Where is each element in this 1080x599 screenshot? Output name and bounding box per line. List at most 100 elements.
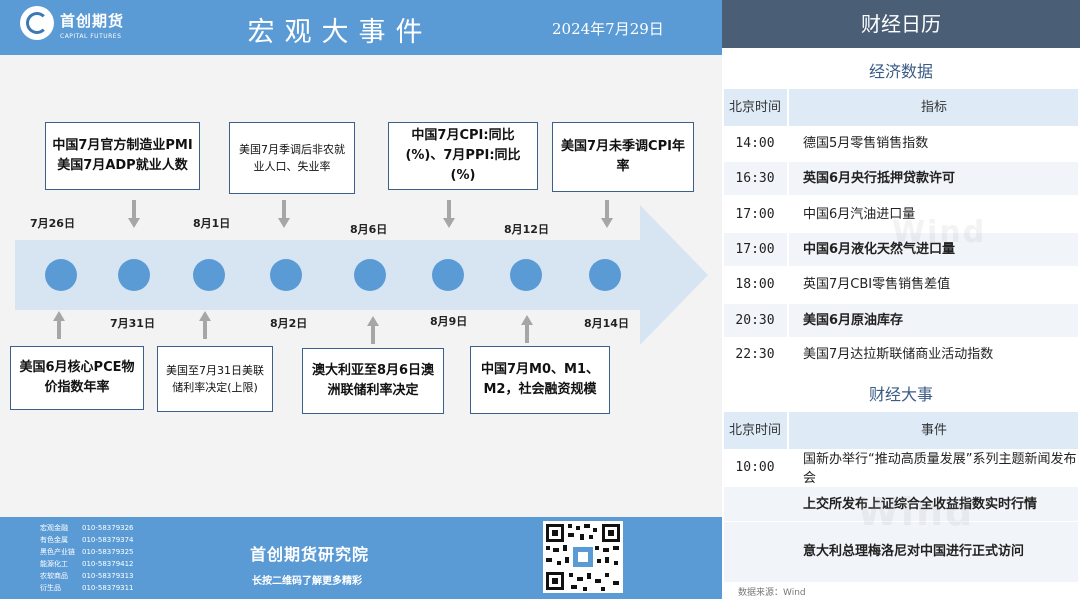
timeline-dot <box>193 259 225 291</box>
timeline-date: 8月14日 <box>584 317 629 330</box>
event-text: 中国7月M0、M1、M2，社会融资规模 <box>480 361 599 397</box>
timeline-date: 7月31日 <box>110 317 155 330</box>
table-row: 18:00 英国7月CBI零售销售差值 <box>724 268 1078 301</box>
header-event: 事件 <box>920 423 947 438</box>
row-indicator: 美国7月达拉斯联储商业活动指数 <box>803 347 994 362</box>
contact-dept: 宏观金融 <box>40 524 68 532</box>
event-text: 美国6月核心PCE物价指数年率 <box>19 359 135 395</box>
timeline-date: 8月2日 <box>270 317 308 330</box>
timeline-date: 8月12日 <box>504 223 549 236</box>
logo-text: 首创期货 <box>60 12 125 30</box>
contact-dept: 农软商品 <box>40 572 68 580</box>
event-box: 美国7月季调后非农就业人口、失业率 <box>229 122 355 194</box>
contact-dept: 衍生品 <box>40 584 61 592</box>
timeline-date: 8月1日 <box>193 217 231 230</box>
event-box: 美国至7月31日美联储利率决定(上限) <box>157 346 273 412</box>
header-time: 北京时间 <box>728 423 781 438</box>
row-time: 17:00 <box>735 207 775 222</box>
timeline-dot <box>432 259 464 291</box>
contact-row: 能源化工 010-58379412 <box>40 559 134 569</box>
contact-phone: 010-58379325 <box>82 548 134 556</box>
page-title: 宏观大事件 <box>247 17 433 48</box>
watermark: Wind <box>857 490 975 534</box>
table-row: 14:00 德国5月零售销售指数 <box>724 127 1078 160</box>
watermark: Wind <box>892 215 987 250</box>
contact-phone: 010-58379313 <box>82 572 134 580</box>
table-row: 22:30 美国7月达拉斯联储商业活动指数 <box>724 338 1078 371</box>
contact-dept: 有色金属 <box>40 536 68 544</box>
event-time: 10:00 <box>735 460 775 475</box>
contact-phone: 010-58379374 <box>82 536 134 544</box>
header-bar: 首创期货 CAPITAL FUTURES 宏观大事件 2024年7月29日 <box>0 0 722 55</box>
timeline-date: 8月9日 <box>430 315 468 328</box>
event-box: 中国7月M0、M1、M2，社会融资规模 <box>470 346 610 414</box>
event-row: 10:00 国新办举行“推动高质量发展”系列主题新闻发布会 <box>724 450 1078 490</box>
major-events-header: 北京时间 事件 <box>724 412 1078 449</box>
contact-row: 宏观金融 010-58379326 <box>40 523 134 533</box>
header-indicator: 指标 <box>920 100 947 115</box>
logo-subtext: CAPITAL FUTURES <box>60 33 122 40</box>
timeline-dot <box>45 259 77 291</box>
economic-data-title: 经济数据 <box>868 62 933 81</box>
table-row: 20:30 美国6月原油库存 <box>724 304 1078 337</box>
event-text: 中国7月CPI:同比(%)、7月PPI:同比(%) <box>405 127 521 184</box>
institute-name: 首创期货研究院 <box>250 545 370 564</box>
contact-row: 农软商品 010-58379313 <box>40 571 134 581</box>
up-arrow-icon <box>199 311 211 339</box>
report-date: 2024年7月29日 <box>552 20 664 38</box>
event-text: 国新办举行“推动高质量发展”系列主题新闻发布会 <box>803 452 1077 486</box>
table-row: 16:30 英国6月央行抵押贷款许可 <box>724 162 1078 195</box>
contact-row: 衍生品 010-58379311 <box>40 583 134 593</box>
row-indicator: 英国7月CBI零售销售差值 <box>803 277 951 292</box>
row-time: 18:00 <box>735 277 775 292</box>
event-box: 中国7月CPI:同比(%)、7月PPI:同比(%) <box>388 122 538 190</box>
down-arrow-icon <box>128 200 140 228</box>
timeline-dot <box>510 259 542 291</box>
event-text: 意大利总理梅洛尼对中国进行正式访问 <box>803 544 1025 559</box>
qr-hint: 长按二维码了解更多精彩 <box>252 576 362 587</box>
event-box: 美国6月核心PCE物价指数年率 <box>10 346 144 410</box>
down-arrow-icon <box>601 200 613 228</box>
down-arrow-icon <box>443 200 455 228</box>
timeline-dot <box>589 259 621 291</box>
event-box: 美国7月未季调CPI年率 <box>552 122 694 192</box>
major-events-title: 财经大事 <box>868 385 933 404</box>
event-box: 澳大利亚至8月6日澳洲联储利率决定 <box>302 348 444 414</box>
contact-dept: 能源化工 <box>40 560 68 568</box>
event-text: 澳大利亚至8月6日澳洲联储利率决定 <box>311 362 435 398</box>
timeline-dot <box>354 259 386 291</box>
contact-dept: 黑色产业链 <box>40 548 75 556</box>
row-time: 20:30 <box>735 313 775 328</box>
row-time: 22:30 <box>735 347 775 362</box>
contact-row: 有色金属 010-58379374 <box>40 535 134 545</box>
qr-code-icon[interactable] <box>543 521 623 593</box>
calendar-title: 财经日历 <box>722 0 1080 48</box>
contact-phone: 010-58379412 <box>82 560 134 568</box>
event-text: 美国7月未季调CPI年率 <box>561 138 685 174</box>
timeline-dot <box>270 259 302 291</box>
row-time: 16:30 <box>735 171 775 186</box>
row-indicator: 美国6月原油库存 <box>803 313 904 328</box>
up-arrow-icon <box>53 311 65 339</box>
event-text: 美国至7月31日美联储利率决定(上限) <box>166 363 264 394</box>
up-arrow-icon <box>367 316 379 344</box>
macro-events-panel: 首创期货 CAPITAL FUTURES 宏观大事件 2024年7月29日 7月… <box>0 0 722 599</box>
timeline-date: 8月6日 <box>350 223 388 236</box>
contact-row: 黑色产业链 010-58379325 <box>40 547 134 557</box>
event-text: 美国7月季调后非农就业人口、失业率 <box>239 142 345 173</box>
company-logo: 首创期货 CAPITAL FUTURES <box>20 6 150 48</box>
up-arrow-icon <box>521 315 533 343</box>
data-source: 数据来源：Wind <box>738 588 806 598</box>
contact-phone: 010-58379326 <box>82 524 134 532</box>
row-indicator: 英国6月央行抵押贷款许可 <box>803 171 956 186</box>
contact-phone: 010-58379311 <box>82 584 134 592</box>
down-arrow-icon <box>278 200 290 228</box>
timeline-dot <box>118 259 150 291</box>
event-text: 中国7月官方制造业PMI 美国7月ADP就业人数 <box>52 137 193 173</box>
financial-calendar-panel: 财经日历 经济数据 北京时间 指标 14:00 德国5月零售销售指数 16:30 英… <box>722 0 1080 599</box>
row-time: 17:00 <box>735 242 775 257</box>
logo-icon <box>20 6 54 40</box>
row-time: 14:00 <box>735 136 775 151</box>
timeline-date: 7月26日 <box>30 217 75 230</box>
row-indicator: 德国5月零售销售指数 <box>803 136 929 151</box>
